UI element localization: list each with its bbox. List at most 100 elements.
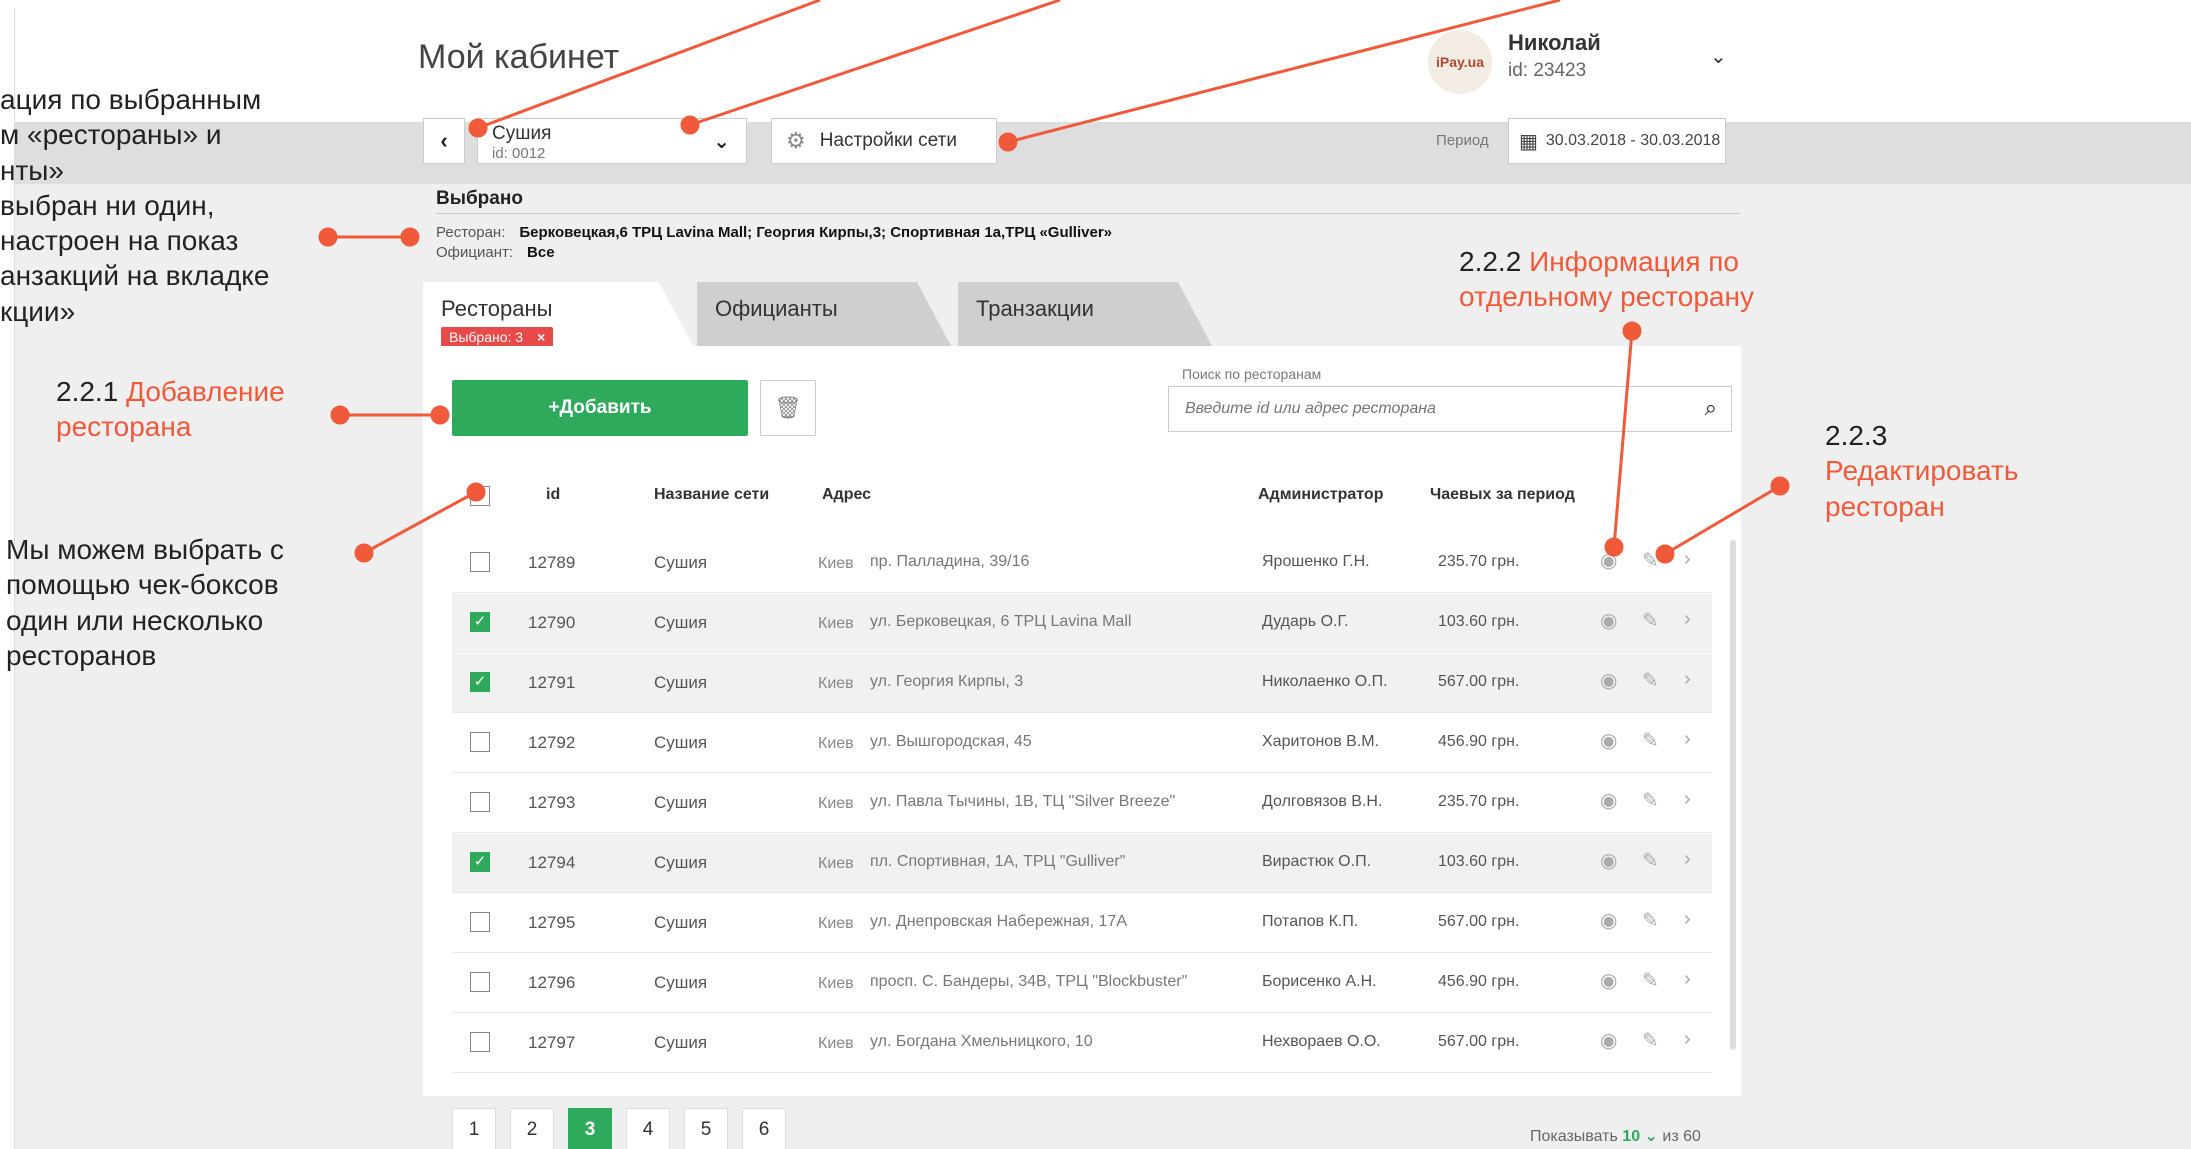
- selected-restaurants-value: Берковецкая,6 ТРЦ Lavina Mall; Георгия К…: [519, 224, 1113, 241]
- chevron-right-icon[interactable]: ›: [1684, 968, 1691, 991]
- row-admin: Харитонов В.М.: [1262, 733, 1380, 750]
- row-address: ул. Богдана Хмельницкого, 10: [870, 1033, 1093, 1050]
- row-tips: 103.60 грн.: [1438, 613, 1520, 630]
- row-checkbox[interactable]: [470, 792, 490, 812]
- table-row[interactable]: ✓ 12794 Сушия Киев пл. Спортивная, 1А, ТРЦ "…: [452, 834, 1712, 892]
- pencil-icon[interactable]: ✎: [1642, 788, 1659, 813]
- annotation-edit-line2: ресторан: [1825, 490, 1945, 522]
- row-network: Сушия: [654, 673, 708, 692]
- row-address: пл. Спортивная, 1А, ТРЦ "Gulliver": [870, 853, 1126, 870]
- scrollbar[interactable]: [1730, 540, 1736, 1050]
- pencil-icon[interactable]: ✎: [1642, 1028, 1659, 1053]
- table-row[interactable]: 12792 Сушия Киев ул. Вышгородская, 45 Харито…: [452, 714, 1712, 772]
- pencil-icon[interactable]: ✎: [1642, 968, 1659, 993]
- delete-button[interactable]: 🗑: [760, 380, 816, 436]
- close-icon[interactable]: ×: [537, 329, 545, 345]
- pencil-icon[interactable]: ✎: [1642, 548, 1659, 573]
- row-checkbox[interactable]: [470, 972, 490, 992]
- table-row[interactable]: 12797 Сушия Киев ул. Богдана Хмельницкого, …: [452, 1014, 1712, 1072]
- pencil-icon[interactable]: ✎: [1642, 668, 1659, 693]
- eye-icon[interactable]: ◉: [1600, 608, 1617, 633]
- chevron-right-icon[interactable]: ›: [1684, 848, 1691, 871]
- annotation-edit-number: 2.2.3: [1825, 420, 1888, 451]
- network-name: Сушия: [492, 123, 552, 144]
- calendar-icon: ▦: [1519, 130, 1538, 153]
- eye-icon[interactable]: ◉: [1600, 788, 1617, 813]
- eye-icon[interactable]: ◉: [1600, 908, 1617, 933]
- tab-transactions[interactable]: Транзакции: [958, 282, 1212, 346]
- table-row[interactable]: ✓ 12791 Сушия Киев ул. Георгия Кирпы, 3 Никол…: [452, 654, 1712, 712]
- eye-icon[interactable]: ◉: [1600, 1028, 1617, 1053]
- chevron-right-icon[interactable]: ›: [1684, 1028, 1691, 1051]
- eye-icon[interactable]: ◉: [1600, 848, 1617, 873]
- selected-divider: [436, 213, 1740, 214]
- table-row[interactable]: ✓ 12790 Сушия Киев ул. Берковецкая, 6 ТРЦ La…: [452, 594, 1712, 652]
- row-checkbox[interactable]: [470, 912, 490, 932]
- column-header-tips[interactable]: Чаевых за период: [1430, 486, 1575, 504]
- pencil-icon[interactable]: ✎: [1642, 908, 1659, 933]
- table-row[interactable]: 12793 Сушия Киев ул. Павла Тычины, 1В, ТЦ "…: [452, 774, 1712, 832]
- chevron-right-icon[interactable]: ›: [1684, 728, 1691, 751]
- page-button-4[interactable]: 4: [626, 1108, 670, 1149]
- annotation-filter: ация по выбранным м «рестораны» и нты» выбр…: [0, 82, 269, 329]
- chevron-down-icon[interactable]: ⌄: [1710, 44, 1727, 69]
- chevron-right-icon[interactable]: ›: [1684, 908, 1691, 931]
- table-row[interactable]: 12789 Сушия Киев пр. Палладина, 39/16 Ярошен…: [452, 534, 1712, 592]
- add-restaurant-button[interactable]: +Добавить: [452, 380, 748, 436]
- row-network: Сушия: [654, 913, 708, 932]
- row-address: ул. Георгия Кирпы, 3: [870, 673, 1024, 690]
- page-title: Мой кабинет: [418, 38, 620, 76]
- column-header-address[interactable]: Адрес: [822, 486, 871, 504]
- chevron-right-icon[interactable]: ›: [1684, 668, 1691, 691]
- pencil-icon[interactable]: ✎: [1642, 848, 1659, 873]
- eye-icon[interactable]: ◉: [1600, 968, 1617, 993]
- chevron-right-icon[interactable]: ›: [1684, 608, 1691, 631]
- row-checkbox[interactable]: ✓: [470, 612, 490, 632]
- user-name[interactable]: Николай: [1508, 30, 1601, 56]
- avatar[interactable]: iPay.ua: [1428, 30, 1492, 94]
- annotation-add: 2.2.1 Добавление ресторана: [56, 374, 285, 445]
- annotation-line-text: анзакций на вкладке: [0, 260, 270, 292]
- column-header-network[interactable]: Название сети: [654, 486, 769, 504]
- network-select[interactable]: Сушия id: 0012 ⌄: [477, 118, 747, 164]
- table-row[interactable]: 12795 Сушия Киев ул. Днепровская Набережная…: [452, 894, 1712, 952]
- select-all-checkbox[interactable]: [470, 486, 490, 506]
- row-checkbox[interactable]: [470, 1032, 490, 1052]
- search-icon[interactable]: ⌕: [1705, 395, 1717, 421]
- row-tips: 103.60 грн.: [1438, 853, 1520, 870]
- page-button-3[interactable]: 3: [568, 1108, 612, 1149]
- row-network: Сушия: [654, 973, 708, 992]
- eye-icon[interactable]: ◉: [1600, 728, 1617, 753]
- row-checkbox[interactable]: ✓: [470, 672, 490, 692]
- search-input[interactable]: [1169, 387, 1731, 431]
- row-id: 12792: [528, 733, 576, 752]
- tab-restaurants[interactable]: Рестораны Выбрано: 3 ×: [423, 282, 693, 347]
- tab-waiters[interactable]: Официанты: [697, 282, 951, 346]
- page-size-select[interactable]: 10 ⌄: [1622, 1128, 1658, 1145]
- period-picker[interactable]: ▦ 30.03.2018 - 30.03.2018: [1508, 118, 1726, 164]
- row-checkbox[interactable]: [470, 732, 490, 752]
- selected-badge[interactable]: Выбрано: 3 ×: [441, 327, 554, 347]
- back-button[interactable]: ‹: [423, 118, 465, 164]
- row-checkbox[interactable]: ✓: [470, 852, 490, 872]
- pencil-icon[interactable]: ✎: [1642, 728, 1659, 753]
- annotation-line-text: Мы можем выбрать с: [6, 534, 284, 565]
- chevron-right-icon[interactable]: ›: [1684, 788, 1691, 811]
- row-city: Киев: [818, 855, 854, 872]
- network-settings-button[interactable]: ⚙ Настройки сети: [771, 118, 997, 164]
- row-address: просп. С. Бандеры, 34В, ТРЦ "Blockbuster…: [870, 973, 1188, 990]
- eye-icon[interactable]: ◉: [1600, 668, 1617, 693]
- chevron-right-icon[interactable]: ›: [1684, 548, 1691, 571]
- page-button-5[interactable]: 5: [684, 1108, 728, 1149]
- page-button-1[interactable]: 1: [452, 1108, 496, 1149]
- pencil-icon[interactable]: ✎: [1642, 608, 1659, 633]
- column-header-id[interactable]: id: [546, 486, 560, 504]
- annotation-line-text: ресторанов: [6, 639, 157, 671]
- page-button-2[interactable]: 2: [510, 1108, 554, 1149]
- row-checkbox[interactable]: [470, 552, 490, 572]
- table-row[interactable]: 12796 Сушия Киев просп. С. Бандеры, 34В, ТР…: [452, 954, 1712, 1012]
- page-size-value: 10: [1622, 1128, 1641, 1145]
- column-header-admin[interactable]: Администратор: [1258, 486, 1383, 504]
- eye-icon[interactable]: ◉: [1600, 548, 1617, 573]
- page-button-6[interactable]: 6: [742, 1108, 786, 1149]
